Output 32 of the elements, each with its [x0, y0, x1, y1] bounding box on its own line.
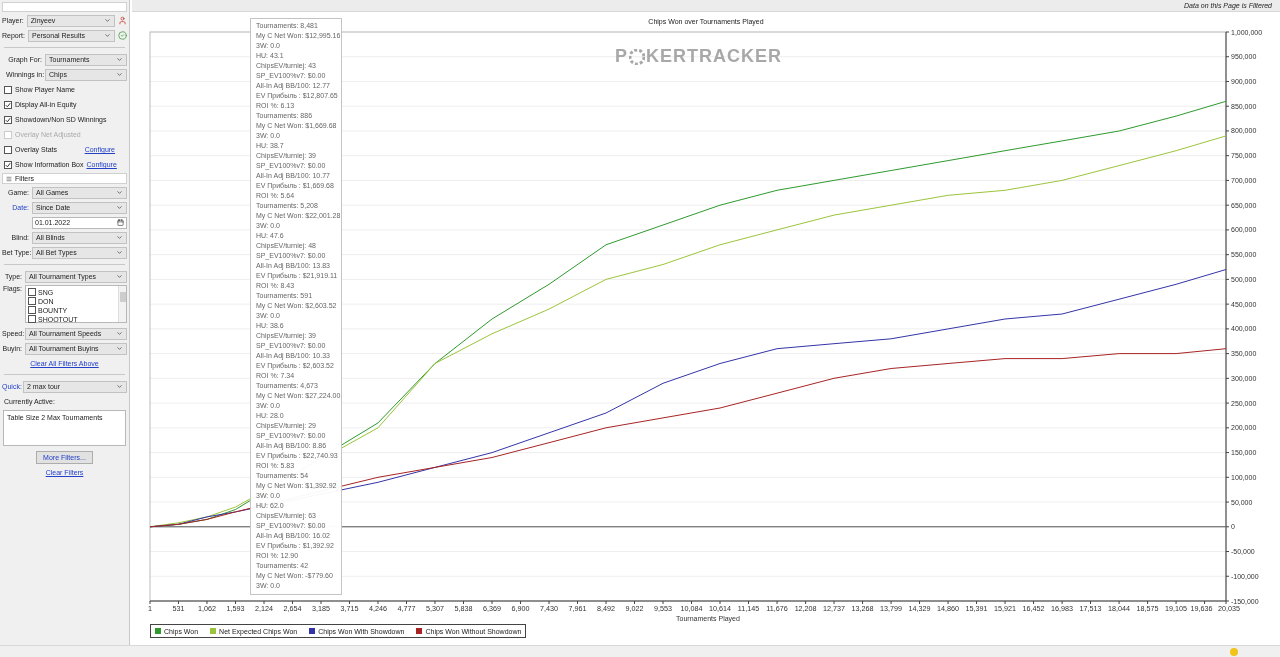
scrollbar[interactable] [118, 286, 126, 322]
chevron-icon [104, 17, 111, 24]
checkbox[interactable] [28, 315, 36, 323]
chevron-icon [116, 330, 123, 337]
checkbox[interactable] [4, 160, 12, 169]
check-circle-icon[interactable] [118, 31, 127, 40]
logo: P KERTRACKER [615, 46, 782, 67]
chip-icon [629, 48, 645, 65]
chevron-icon [116, 234, 123, 241]
person-icon[interactable] [118, 16, 127, 25]
chevron-icon [116, 249, 123, 256]
checkbox[interactable] [4, 100, 12, 109]
checkbox[interactable] [4, 85, 12, 94]
checkbox[interactable] [28, 306, 36, 314]
checkbox[interactable] [28, 288, 36, 296]
calendar-icon[interactable] [117, 219, 124, 226]
chevron-icon [116, 273, 123, 280]
chevron-icon [116, 345, 123, 352]
chevron-icon [104, 32, 111, 39]
check-icon [5, 161, 11, 168]
menu-icon [6, 175, 12, 182]
chevron-icon [116, 71, 123, 78]
status-icon [1230, 647, 1238, 656]
checkbox[interactable] [4, 115, 12, 124]
check-icon [5, 116, 11, 123]
checkbox[interactable] [28, 297, 36, 305]
chevron-icon [116, 383, 123, 390]
check-icon [5, 101, 11, 108]
checkbox[interactable] [4, 145, 12, 154]
chevron-icon [116, 189, 123, 196]
chevron-icon [116, 56, 123, 63]
chevron-icon [116, 204, 123, 211]
